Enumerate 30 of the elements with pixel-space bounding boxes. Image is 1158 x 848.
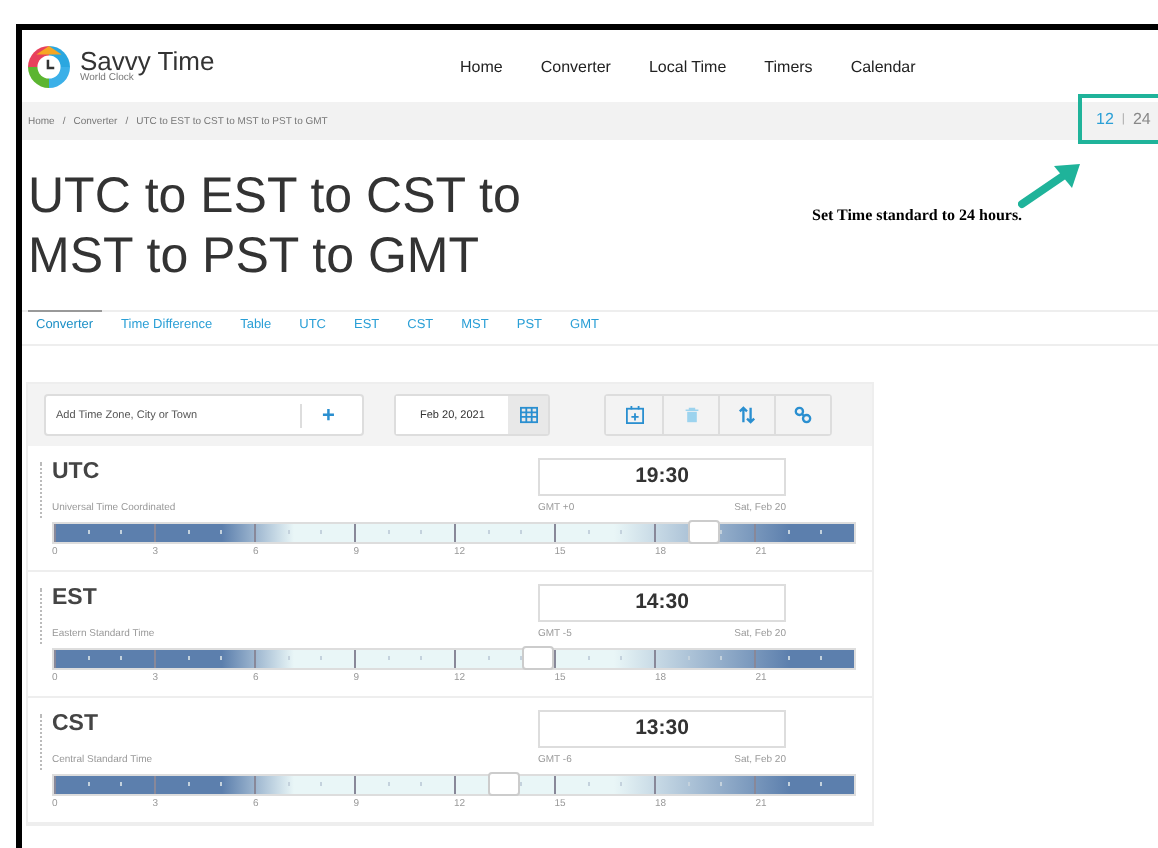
nav-link[interactable]: Local Time [648, 57, 727, 75]
clock-logo-icon[interactable] [28, 45, 70, 87]
hour-slider[interactable] [52, 522, 856, 544]
nav-link[interactable]: Calendar [850, 57, 916, 75]
nav-link[interactable]: Home [460, 57, 503, 75]
time-format-option[interactable]: 12 [1096, 110, 1114, 128]
trash-icon [683, 406, 700, 424]
slider-handle[interactable] [521, 646, 554, 670]
add-button[interactable]: + [300, 403, 355, 427]
nav-link[interactable]: Timers [764, 57, 813, 75]
hour-slider[interactable] [52, 774, 856, 796]
hour-slider[interactable] [52, 648, 856, 670]
link-icon [794, 406, 813, 424]
calendar-plus-icon [625, 406, 644, 424]
zone-code: CST [52, 712, 100, 736]
time-format-option[interactable]: 24 [1132, 110, 1151, 128]
time-field[interactable]: 14:30 [538, 584, 786, 622]
slider-handle[interactable] [688, 520, 720, 544]
sort-arrows-icon [738, 406, 757, 424]
page-title: UTC to EST to CST to MST to PST to GMT [28, 165, 523, 285]
link-button[interactable] [774, 396, 831, 434]
zone-code: UTC [52, 460, 102, 484]
brand-name[interactable]: Savvy Time [80, 48, 215, 74]
time-field[interactable]: 19:30 [538, 458, 786, 496]
annotation-text: Set Time standard to 24 hours. [812, 206, 1023, 224]
time-field[interactable]: 13:30 [538, 710, 786, 748]
slider-handle[interactable] [488, 772, 520, 796]
arrow-icon [1018, 162, 1082, 210]
zone-code: EST [52, 586, 99, 610]
nav-link[interactable]: Converter [540, 57, 611, 75]
